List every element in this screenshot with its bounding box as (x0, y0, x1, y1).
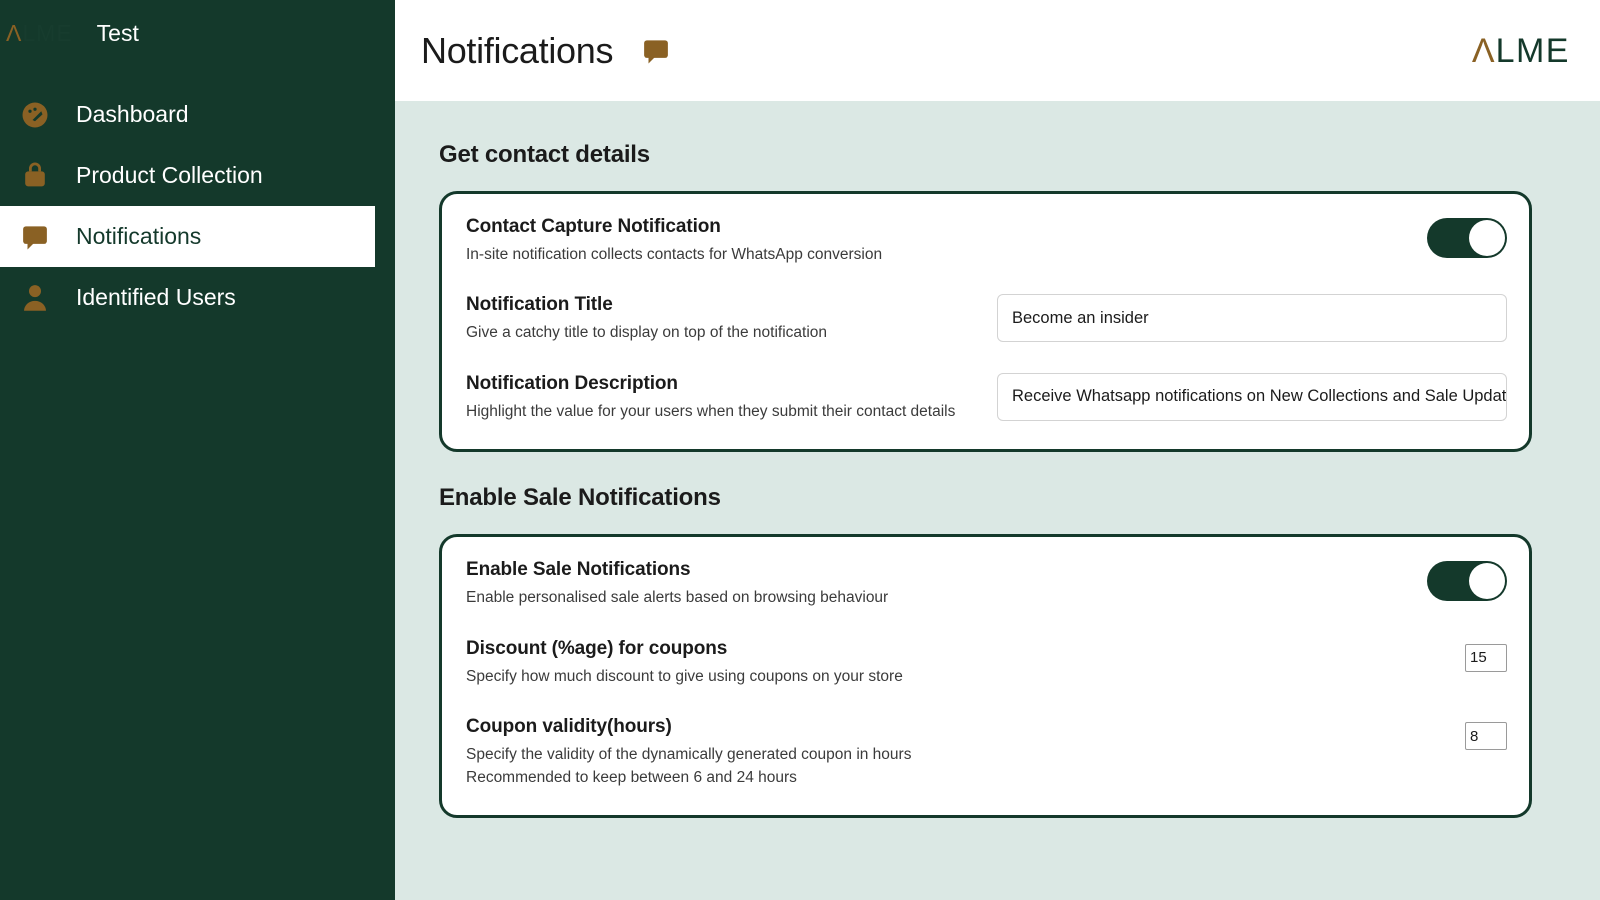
section-heading: Get contact details (439, 141, 650, 168)
app-root: Λ LME Test Dashboard Product Collection … (0, 0, 1600, 900)
row-label: Discount (%age) for coupons (466, 637, 728, 659)
discount-percentage-row: Discount (%age) for coupons Specify how … (466, 638, 1507, 688)
sidebar-item-label: Identified Users (76, 284, 236, 310)
row-label: Enable Sale Notifications (466, 559, 691, 581)
input-cell: 15 (1465, 638, 1507, 672)
row-description: Specify how much discount to give using … (466, 667, 903, 685)
sidebar-item-label: Product Collection (76, 162, 263, 188)
brand-chevron: Λ (1471, 31, 1496, 70)
row-text: Coupon validity(hours) Specify the valid… (466, 716, 1465, 789)
brand-wordmark: LME (1495, 31, 1570, 70)
input-cell: 8 (1465, 716, 1507, 751)
row-description: Give a catchy title to display on top of… (466, 324, 828, 342)
shopping-bag-icon (16, 159, 54, 193)
logo-chevron: Λ (6, 19, 23, 46)
row-description: Enable personalised sale alerts based on… (466, 589, 889, 607)
store-name: Test (96, 19, 139, 46)
input-cell: Receive Whatsapp notifications on New Co… (997, 372, 1507, 421)
page-header: Notifications Λ LME (395, 0, 1600, 101)
sidebar-nav: Dashboard Product Collection Notificatio… (0, 84, 395, 328)
dashboard-gauge-icon (16, 98, 54, 132)
contact-capture-toggle[interactable] (1427, 218, 1507, 258)
alme-logo-icon: Λ LME (6, 19, 73, 46)
sidebar-item-label: Notifications (76, 223, 202, 249)
enable-sale-notifications-row: Enable Sale Notifications Enable persona… (466, 559, 1507, 609)
notification-title-input[interactable]: Become an insider (997, 294, 1507, 343)
settings-content: Get contact details Contact Capture Noti… (395, 101, 1600, 900)
contact-capture-row: Contact Capture Notification In-site not… (466, 216, 1507, 266)
coupon-validity-input[interactable]: 8 (1465, 722, 1507, 751)
row-label: Coupon validity(hours) (466, 716, 672, 738)
notification-description-input[interactable]: Receive Whatsapp notifications on New Co… (997, 372, 1507, 421)
row-text: Notification Title Give a catchy title t… (466, 294, 997, 344)
speech-bubble-icon (641, 36, 671, 66)
row-description: In-site notification collects contacts f… (466, 246, 883, 263)
sidebar-header: Λ LME Test (0, 0, 395, 66)
toggle-knob (1469, 220, 1505, 256)
row-description-secondary: Recommended to keep between 6 and 24 hou… (466, 768, 797, 786)
row-label: Contact Capture Notification (466, 216, 721, 237)
alme-brand-logo: Λ LME (1472, 34, 1570, 68)
row-label: Notification Description (466, 372, 678, 394)
row-text: Contact Capture Notification In-site not… (466, 216, 1427, 266)
input-cell: Become an insider (997, 294, 1507, 343)
user-person-icon (16, 281, 54, 315)
notification-description-row: Notification Description Highlight the v… (466, 372, 1507, 423)
sidebar-item-notifications[interactable]: Notifications (0, 206, 375, 267)
sidebar-item-dashboard[interactable]: Dashboard (0, 84, 382, 145)
sale-notifications-card: Enable Sale Notifications Enable persona… (439, 534, 1532, 819)
sidebar: Λ LME Test Dashboard Product Collection … (0, 0, 395, 900)
notification-title-row: Notification Title Give a catchy title t… (466, 294, 1507, 344)
sidebar-item-product-collection[interactable]: Product Collection (0, 145, 382, 206)
coupon-validity-row: Coupon validity(hours) Specify the valid… (466, 716, 1507, 789)
page-title: Notifications (421, 29, 614, 71)
row-label: Notification Title (466, 294, 613, 316)
logo-wordmark: LME (22, 19, 73, 46)
contact-details-card: Contact Capture Notification In-site not… (439, 191, 1532, 453)
sidebar-item-label: Dashboard (76, 101, 189, 127)
row-text: Discount (%age) for coupons Specify how … (466, 638, 1465, 688)
toggle-knob (1469, 563, 1505, 600)
main-area: Notifications Λ LME Get contact details C… (395, 0, 1600, 900)
sidebar-item-identified-users[interactable]: Identified Users (0, 267, 382, 328)
row-text: Notification Description Highlight the v… (466, 373, 997, 423)
speech-bubble-icon (16, 220, 54, 254)
enable-sale-notifications-toggle[interactable] (1427, 561, 1507, 602)
row-text: Enable Sale Notifications Enable persona… (466, 559, 1427, 609)
discount-percentage-input[interactable]: 15 (1465, 643, 1507, 672)
row-description: Specify the validity of the dynamically … (466, 746, 912, 764)
section-heading: Enable Sale Notifications (439, 484, 721, 512)
row-description: Highlight the value for your users when … (466, 402, 956, 420)
